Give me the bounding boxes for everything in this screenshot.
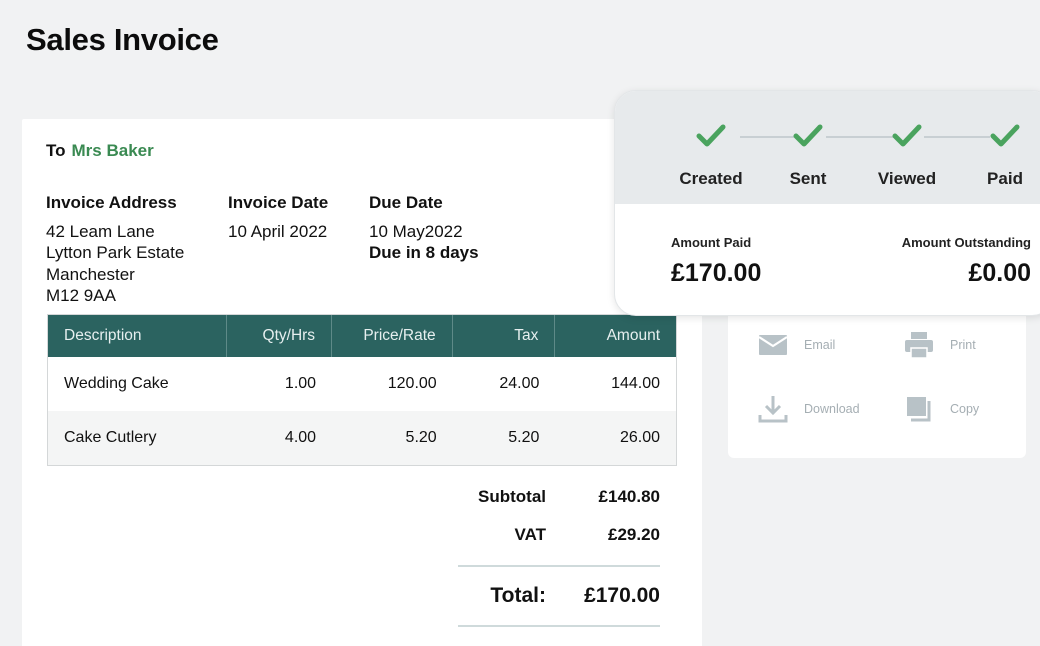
step-viewed: Viewed <box>862 123 952 189</box>
vat-label: VAT <box>514 525 546 544</box>
check-icon <box>696 124 726 147</box>
vat-row: VAT £29.20 <box>458 525 660 563</box>
total-value: £170.00 <box>584 584 660 607</box>
table-row[interactable]: Cake Cutlery 4.00 5.20 5.20 26.00 <box>48 411 676 465</box>
invoice-status-card: Created Sent Viewed Paid Amount Paid £17… <box>614 90 1040 316</box>
print-label: Print <box>950 338 976 352</box>
copy-label: Copy <box>950 402 980 416</box>
subtotal-label: Subtotal <box>478 487 546 506</box>
cell-qty: 1.00 <box>284 375 317 392</box>
invoice-address-block: Invoice Address 42 Leam Lane Lytton Park… <box>46 192 184 307</box>
amount-outstanding-label: Amount Outstanding <box>901 235 1031 250</box>
step-label: Paid <box>987 169 1023 188</box>
cell-amount: 144.00 <box>611 375 661 392</box>
due-date-heading: Due Date <box>369 193 443 212</box>
due-date-value: 10 May2022 <box>369 221 463 241</box>
check-icon <box>990 124 1020 147</box>
check-icon <box>793 124 823 147</box>
envelope-icon <box>758 330 788 360</box>
due-date-block: Due Date 10 May2022 Due in 8 days <box>369 192 479 264</box>
step-paid: Paid <box>960 123 1040 189</box>
step-label: Viewed <box>877 169 937 188</box>
table-row[interactable]: Wedding Cake 1.00 120.00 24.00 144.00 <box>48 357 676 411</box>
actions-card: Email Print Download Copy <box>728 300 1026 458</box>
total-label: Total: <box>490 584 546 607</box>
table-header-row: Description Qty/Hrs Price/Rate Tax Amoun… <box>48 315 676 357</box>
column-header-qty: Qty/Hrs <box>227 315 333 357</box>
total-row: Total: £170.00 <box>458 567 660 625</box>
copy-button[interactable]: Copy <box>904 394 979 424</box>
page-title: Sales Invoice <box>26 22 219 57</box>
address-line: 42 Leam Lane <box>46 221 155 241</box>
totals-block: Subtotal £140.80 VAT £29.20 Total: £170.… <box>458 487 660 627</box>
check-icon <box>892 124 922 147</box>
recipient-line: To Mrs Baker <box>46 141 154 161</box>
column-header-price: Price/Rate <box>332 315 453 357</box>
copy-icon <box>904 394 934 424</box>
cell-qty: 4.00 <box>284 429 317 446</box>
cell-tax: 5.20 <box>508 429 540 446</box>
step-label: Sent <box>789 169 827 188</box>
column-header-description: Description <box>48 315 228 357</box>
status-progress-tracker: Created Sent Viewed Paid <box>615 91 1040 204</box>
totals-bottom-divider <box>458 625 660 627</box>
invoice-date-block: Invoice Date 10 April 2022 <box>228 192 328 242</box>
cell-description: Cake Cutlery <box>64 429 157 446</box>
invoice-date-heading: Invoice Date <box>228 193 329 212</box>
column-header-tax: Tax <box>453 315 556 357</box>
download-label: Download <box>804 402 860 416</box>
cell-tax: 24.00 <box>499 375 540 392</box>
amount-outstanding-block: Amount Outstanding £0.00 <box>902 235 1031 288</box>
amount-paid-label: Amount Paid <box>671 235 752 250</box>
line-items-table: Description Qty/Hrs Price/Rate Tax Amoun… <box>47 314 677 466</box>
recipient-name[interactable]: Mrs Baker <box>72 141 154 160</box>
due-in-text: Due in 8 days <box>369 243 479 262</box>
email-button[interactable]: Email <box>758 330 835 360</box>
cell-description: Wedding Cake <box>64 375 169 392</box>
address-line: Manchester <box>46 264 135 284</box>
invoice-address-heading: Invoice Address <box>46 193 177 212</box>
address-line: Lytton Park Estate <box>46 243 185 262</box>
printer-icon <box>904 330 934 360</box>
email-label: Email <box>804 338 836 352</box>
invoice-date-value: 10 April 2022 <box>228 221 328 241</box>
amount-paid-value: £170.00 <box>671 259 762 287</box>
subtotal-row: Subtotal £140.80 <box>458 487 660 525</box>
amount-outstanding-value: £0.00 <box>968 259 1031 287</box>
vat-value: £29.20 <box>608 525 660 544</box>
to-label: To <box>46 141 66 160</box>
cell-price: 5.20 <box>405 429 437 446</box>
cell-amount: 26.00 <box>619 429 661 446</box>
column-header-amount: Amount <box>606 327 661 344</box>
download-button[interactable]: Download <box>758 394 860 424</box>
step-label: Created <box>679 169 743 188</box>
invoice-card: To Mrs Baker Invoice Address 42 Leam Lane… <box>22 119 702 646</box>
amount-paid-block: Amount Paid £170.00 <box>671 235 761 288</box>
print-button[interactable]: Print <box>904 330 976 360</box>
step-sent: Sent <box>763 123 853 189</box>
address-line: M12 9AA <box>46 286 116 305</box>
cell-price: 120.00 <box>387 375 437 392</box>
step-created: Created <box>666 123 756 189</box>
download-icon <box>758 394 788 424</box>
subtotal-value: £140.80 <box>598 487 660 506</box>
